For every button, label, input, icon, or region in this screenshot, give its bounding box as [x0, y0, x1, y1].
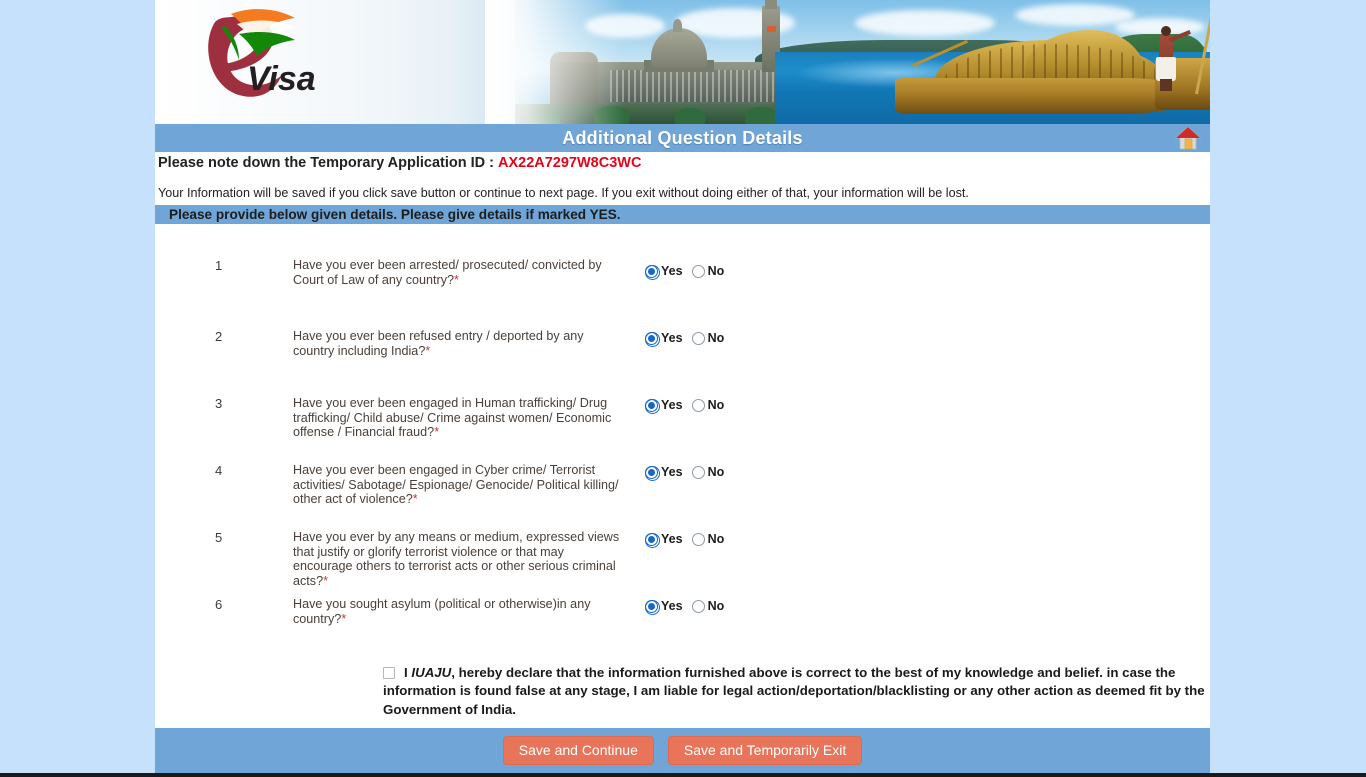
radio-option-no[interactable]: No: [691, 398, 725, 412]
page-root: Visa Additional Question Details Please …: [0, 0, 1366, 777]
radio-option-yes[interactable]: Yes: [645, 532, 683, 548]
page-title: Additional Question Details: [562, 127, 803, 148]
question-text: Have you ever been arrested/ prosecuted/…: [293, 258, 623, 287]
question-number: 2: [215, 329, 223, 344]
radio-option-yes[interactable]: Yes: [645, 398, 683, 414]
header-banner: Visa: [155, 0, 1210, 124]
radio-yes-label: Yes: [661, 398, 683, 412]
bottom-rule: [0, 773, 1366, 777]
declaration-body: , hereby declare that the information fu…: [383, 665, 1205, 717]
required-asterisk: *: [434, 425, 440, 440]
radio-yes-label: Yes: [661, 331, 683, 345]
temporary-application-id-value: AX22A7297W8C3WC: [498, 155, 642, 171]
question-text: Have you ever been refused entry / depor…: [293, 329, 623, 358]
save-note-text: Your Information will be saved if you cl…: [158, 186, 969, 200]
radio-no-icon[interactable]: [691, 532, 705, 546]
question-text-body: Have you ever by any means or medium, ex…: [293, 530, 620, 588]
content-column: Visa Additional Question Details Please …: [155, 0, 1210, 773]
radio-no-icon[interactable]: [691, 264, 705, 278]
radio-option-no[interactable]: No: [691, 599, 725, 613]
radio-yes-icon[interactable]: [645, 264, 660, 280]
radio-no-label: No: [707, 465, 725, 479]
footer-bar: Save and Continue Save and Temporarily E…: [155, 728, 1210, 773]
required-asterisk: *: [323, 573, 329, 588]
question-text: Have you sought asylum (political or oth…: [293, 597, 623, 626]
question-number: 4: [215, 463, 223, 478]
cloud-shape: [855, 10, 995, 36]
declaration-checkbox[interactable]: [383, 667, 395, 680]
radio-option-yes[interactable]: Yes: [645, 465, 683, 481]
question-options: Yes No: [645, 398, 725, 414]
required-asterisk: *: [454, 272, 459, 287]
radio-no-icon[interactable]: [691, 398, 705, 412]
radio-yes-icon[interactable]: [645, 465, 660, 481]
radio-no-label: No: [707, 532, 725, 546]
radio-option-yes[interactable]: Yes: [645, 264, 683, 280]
radio-yes-label: Yes: [661, 264, 683, 278]
boatman-legs: [1160, 79, 1172, 91]
save-and-continue-button[interactable]: Save and Continue: [502, 736, 654, 765]
bush-shape: [745, 107, 777, 124]
question-options: Yes No: [645, 331, 725, 347]
radio-yes-icon[interactable]: [645, 398, 660, 414]
bush-shape: [675, 108, 705, 124]
section-header: Please provide below given details. Plea…: [155, 205, 1210, 224]
banner-left-fade: [485, 0, 625, 124]
question-options: Yes No: [645, 599, 725, 615]
declaration-block: I IUAJU, hereby declare that the informa…: [383, 664, 1210, 719]
question-text: Have you ever been engaged in Human traf…: [293, 396, 623, 440]
question-text-body: Have you ever been engaged in Cyber crim…: [293, 463, 619, 507]
required-asterisk: *: [425, 343, 431, 358]
boatman-head: [1161, 26, 1171, 36]
radio-option-yes[interactable]: Yes: [645, 331, 683, 347]
radio-option-yes[interactable]: Yes: [645, 599, 683, 615]
question-text: Have you ever by any means or medium, ex…: [293, 530, 623, 588]
cloud-shape: [1015, 4, 1135, 26]
save-and-temporarily-exit-button[interactable]: Save and Temporarily Exit: [667, 736, 863, 765]
question-number: 1: [215, 258, 223, 273]
radio-no-icon[interactable]: [691, 465, 705, 479]
radio-yes-icon[interactable]: [645, 532, 660, 548]
houseboat-hull: [895, 78, 1195, 114]
required-asterisk: *: [412, 492, 418, 507]
question-number: 5: [215, 530, 223, 545]
radio-yes-label: Yes: [661, 465, 683, 479]
question-options: Yes No: [645, 264, 725, 280]
temporary-application-id-label: Please note down the Temporary Applicati…: [158, 155, 498, 171]
radio-no-label: No: [707, 264, 725, 278]
radio-no-icon[interactable]: [691, 599, 705, 613]
declaration-applicant-name: IUAJU: [411, 665, 452, 680]
radio-yes-icon[interactable]: [645, 331, 660, 347]
building-dome-finial: [673, 19, 682, 32]
boatman-dhoti: [1156, 57, 1176, 81]
radio-no-label: No: [707, 398, 725, 412]
radio-option-no[interactable]: No: [691, 532, 725, 546]
radio-no-label: No: [707, 331, 725, 345]
radio-no-icon[interactable]: [691, 331, 705, 345]
question-number: 3: [215, 396, 223, 411]
question-text-body: Have you ever been engaged in Human traf…: [293, 396, 612, 440]
india-flag-icon: [767, 26, 776, 32]
radio-no-label: No: [707, 599, 725, 613]
radio-option-no[interactable]: No: [691, 331, 725, 345]
temporary-application-id-row: Please note down the Temporary Applicati…: [155, 152, 1210, 174]
question-text: Have you ever been engaged in Cyber crim…: [293, 463, 623, 507]
required-asterisk: *: [341, 611, 347, 626]
radio-option-no[interactable]: No: [691, 465, 725, 479]
radio-yes-label: Yes: [661, 599, 683, 613]
home-icon[interactable]: [1174, 125, 1202, 151]
question-options: Yes No: [645, 532, 725, 548]
building-tower-cap: [765, 0, 777, 9]
page-title-bar: Additional Question Details: [155, 124, 1210, 152]
radio-option-no[interactable]: No: [691, 264, 725, 278]
evisa-logo: Visa: [208, 9, 316, 98]
radio-yes-label: Yes: [661, 532, 683, 546]
question-options: Yes No: [645, 465, 725, 481]
radio-yes-icon[interactable]: [645, 599, 660, 615]
question-text-body: Have you sought asylum (political or oth…: [293, 597, 591, 626]
question-text-body: Have you ever been arrested/ prosecuted/…: [293, 258, 602, 287]
question-text-body: Have you ever been refused entry / depor…: [293, 329, 584, 358]
question-number: 6: [215, 597, 223, 612]
svg-text:Visa: Visa: [247, 60, 316, 98]
